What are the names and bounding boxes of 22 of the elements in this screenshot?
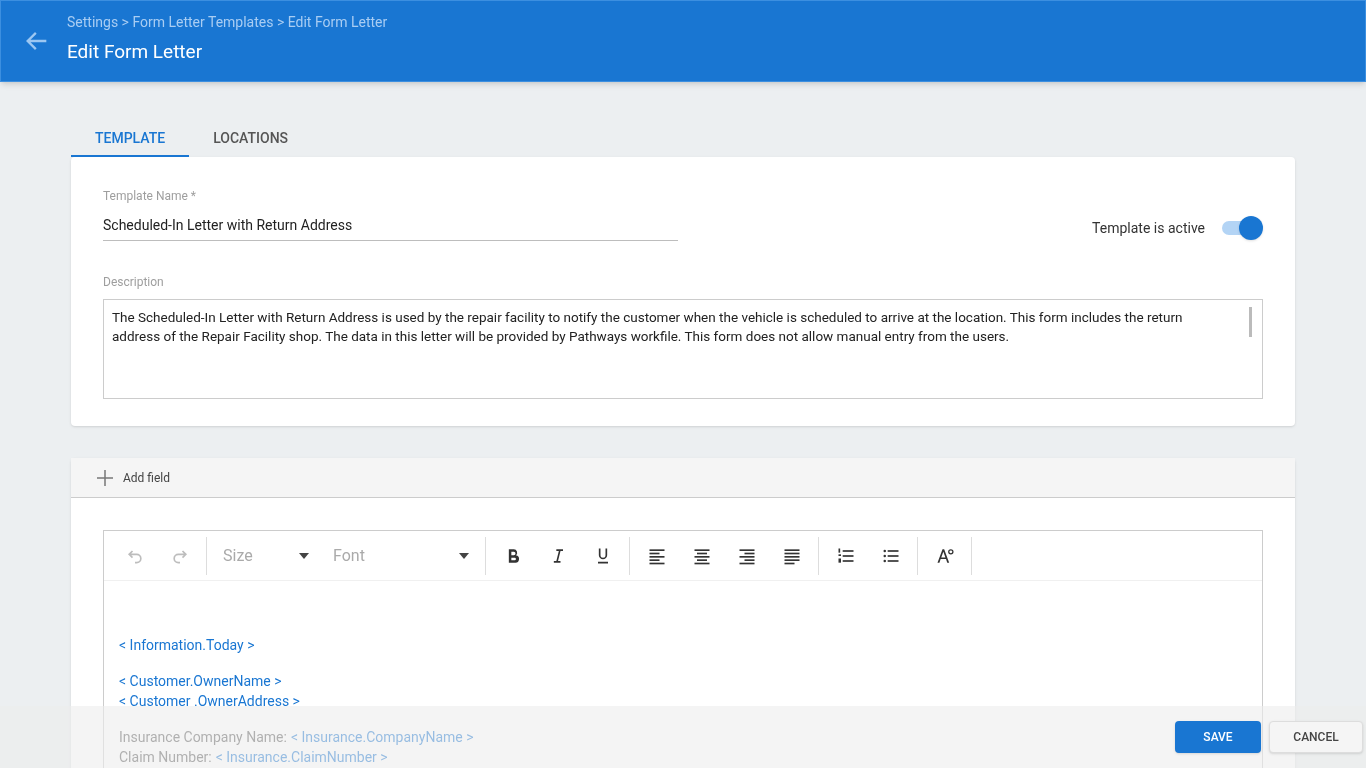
save-button[interactable]: SAVE <box>1175 721 1261 753</box>
caret-icon <box>459 552 469 559</box>
cancel-button[interactable]: CANCEL <box>1269 721 1363 753</box>
add-field-button[interactable]: Add field <box>95 467 171 488</box>
plus-icon <box>95 467 115 488</box>
toggle-label: Template is active <box>1092 218 1205 238</box>
description-field[interactable]: The Scheduled-In Letter with Return Address is used by the repair facility to notify the customer when the vehicle is scheduled to arrive at the location. This form includes the return address of the Repair Facility shop. The data in this letter will be provided by Pathways workfile. This form does not allow manual entry from the users. <box>103 299 1263 399</box>
active-toggle[interactable] <box>1221 216 1263 240</box>
caret-icon <box>299 552 309 559</box>
merge-field: < Insurance.ClaimNumber > <box>215 749 388 765</box>
field-label: Template Name * <box>103 188 198 205</box>
field-label: Description <box>103 274 165 291</box>
tab[interactable]: LOCATIONS <box>189 122 313 157</box>
template-name-field[interactable]: Scheduled-In Letter with Return Address <box>103 215 678 241</box>
merge-field: < Customer .OwnerAddress > <box>119 693 300 709</box>
letter-label: Claim Number: <box>119 749 212 765</box>
merge-field: < Customer.OwnerName > <box>119 673 282 689</box>
letter-label: Insurance Company Name: <box>119 729 287 745</box>
merge-field: < Information.Today > <box>119 637 255 653</box>
merge-field: < Insurance.CompanyName > <box>290 729 474 745</box>
page-title: Edit Form Letter <box>67 38 204 65</box>
breadcrumb: Settings > Form Letter Templates > Edit Form Letter <box>67 12 388 32</box>
